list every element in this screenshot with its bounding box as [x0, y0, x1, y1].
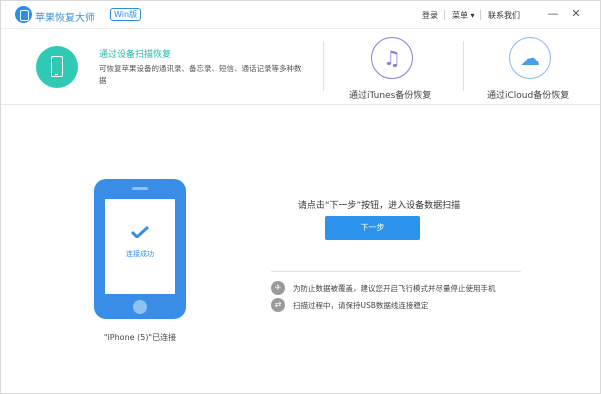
edition-badge: Win版	[110, 8, 142, 21]
contact-us-link[interactable]: 联系我们	[488, 10, 520, 21]
login-link[interactable]: 登录	[422, 10, 438, 21]
cloud-icon: ☁	[520, 46, 540, 70]
phone-speaker	[132, 187, 148, 190]
phone-icon	[51, 56, 63, 77]
tab-divider	[323, 41, 324, 91]
airplane-icon: ✈	[271, 281, 285, 295]
menu-dropdown[interactable]: 菜单 ▾	[452, 10, 475, 21]
phone-screen: 连接成功	[105, 199, 175, 294]
main-panel: 连接成功 "iPhone (5)"已连接 请点击“下一步”按钮，进入设备数据扫描…	[1, 106, 600, 393]
tab-device-scan-description: 可恢复苹果设备的通讯录、备忘录、短信、通话记录等多种数据	[99, 64, 302, 85]
title-separator	[480, 10, 481, 20]
next-button[interactable]: 下一步	[325, 216, 420, 240]
device-scan-tab-icon[interactable]	[36, 46, 78, 88]
title-bar: 苹果恢复大师 Win版 登录 菜单 ▾ 联系我们 — ✕	[1, 1, 600, 29]
tab-itunes-backup[interactable]: 通过iTunes备份恢复	[349, 88, 431, 101]
tip-text: 扫描过程中，请保持USB数据线连接稳定	[293, 301, 429, 310]
connected-device-label: "iPhone (5)"已连接	[103, 333, 177, 342]
itunes-tab-icon[interactable]: ♫	[371, 37, 413, 79]
checkmark-icon	[130, 226, 150, 238]
tab-device-scan[interactable]: 通过设备扫描恢复	[99, 47, 171, 60]
divider	[271, 271, 521, 272]
app-logo-icon	[15, 6, 32, 23]
instruction-text: 请点击“下一步”按钮，进入设备数据扫描	[297, 201, 461, 211]
app-window: 苹果恢复大师 Win版 登录 菜单 ▾ 联系我们 — ✕ 通过设备扫描恢复 可恢…	[0, 0, 601, 394]
phone-illustration: 连接成功	[94, 179, 186, 319]
usb-icon: ⇄	[271, 298, 285, 312]
tip-usb-connection: ⇄ 扫描过程中，请保持USB数据线连接稳定	[271, 298, 551, 314]
app-title: 苹果恢复大师	[35, 13, 95, 24]
recovery-mode-tabs: 通过设备扫描恢复 可恢复苹果设备的通讯录、备忘录、短信、通话记录等多种数据 ♫ …	[1, 29, 600, 105]
tab-icloud-backup[interactable]: 通过iCloud备份恢复	[487, 88, 569, 101]
tab-divider	[463, 41, 464, 91]
music-note-icon: ♫	[383, 46, 401, 70]
title-separator	[444, 10, 445, 20]
connection-status: 连接成功	[126, 250, 154, 258]
icloud-tab-icon[interactable]: ☁	[509, 37, 551, 79]
tip-airplane-mode: ✈ 为防止数据被覆盖，建议您开启飞行模式并尽量停止使用手机	[271, 281, 551, 297]
tip-text: 为防止数据被覆盖，建议您开启飞行模式并尽量停止使用手机	[293, 284, 496, 293]
close-button[interactable]: ✕	[569, 6, 583, 22]
minimize-button[interactable]: —	[546, 6, 560, 22]
phone-home-button	[133, 300, 147, 314]
